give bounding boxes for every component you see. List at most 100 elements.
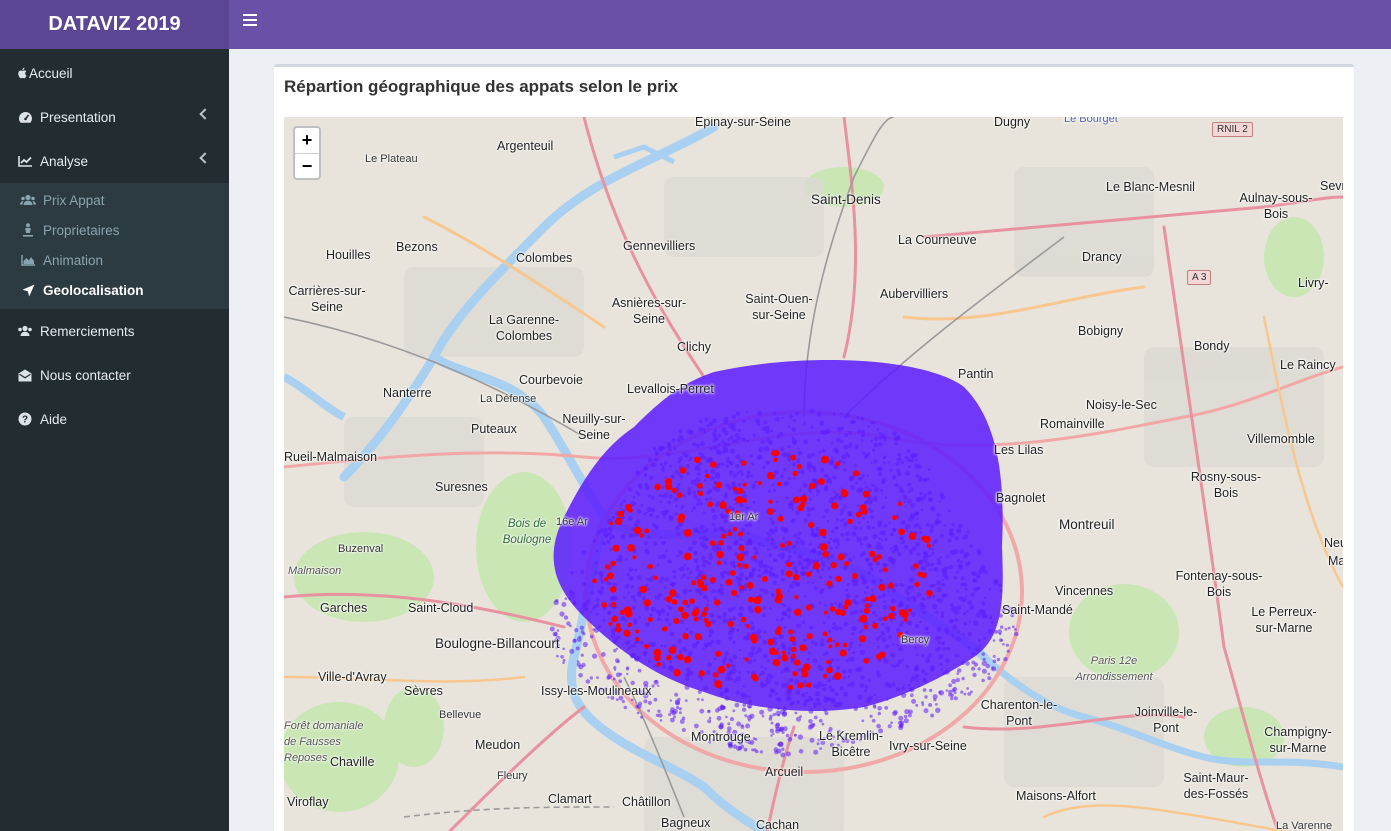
price-point-high [806, 633, 813, 640]
price-point-high [665, 595, 673, 603]
price-point-low [960, 582, 964, 587]
price-point-low [975, 612, 982, 618]
price-point-low [697, 573, 702, 578]
price-point-high [697, 490, 704, 497]
price-point-low [685, 672, 691, 678]
price-point-low [897, 603, 902, 608]
price-point-low [711, 588, 716, 594]
price-point-low [695, 588, 700, 593]
place-label: Aubervilliers [880, 287, 949, 301]
price-point-low [856, 429, 862, 434]
price-point-low [803, 518, 808, 523]
leaflet-map[interactable]: + − Épinay-sur-Seine Dugny Le Bourget RN… [284, 117, 1343, 831]
price-point-low [921, 669, 926, 674]
sidebar-item-analyse[interactable]: Analyse [0, 139, 229, 183]
price-point-low [562, 661, 565, 665]
price-point-low [719, 513, 724, 518]
price-point-high [830, 562, 837, 569]
price-point-low [843, 506, 846, 510]
price-point-low [928, 703, 933, 707]
price-point-high [609, 586, 617, 593]
price-point-low [675, 486, 679, 489]
price-point-low [744, 714, 748, 718]
sidebar-item-aide[interactable]: ? Aide [0, 397, 229, 441]
price-point-low [589, 676, 593, 680]
sidebar-item-prix-appat[interactable]: Prix Appat [0, 185, 229, 215]
price-point-low [936, 558, 940, 561]
price-point-low [840, 508, 845, 513]
price-point-low [677, 459, 681, 464]
price-point-low [830, 456, 834, 459]
price-point-high [826, 659, 831, 665]
price-point-low [732, 709, 736, 713]
price-point-low [613, 648, 617, 653]
sidebar-item-remerciements[interactable]: Remerciements [0, 309, 229, 353]
price-point-high [740, 616, 747, 623]
price-point-low [742, 419, 746, 424]
price-point-low [961, 676, 965, 681]
price-point-low [817, 550, 822, 556]
price-point-low [794, 711, 798, 715]
line-chart-icon [17, 153, 33, 169]
price-point-low [609, 548, 613, 552]
price-point-low [651, 684, 655, 688]
price-point-low [724, 696, 730, 701]
price-point-low [653, 524, 658, 529]
price-point-low [844, 433, 849, 438]
place-label: Saint-Maur-des-Fossés [1183, 771, 1249, 801]
app-logo[interactable]: DATAVIZ 2019 [0, 0, 229, 49]
price-point-low [866, 525, 872, 530]
price-point-low [811, 548, 816, 553]
zoom-in-button[interactable]: + [295, 128, 319, 153]
price-point-low [736, 594, 740, 598]
price-point-low [556, 629, 560, 632]
price-point-low [877, 711, 881, 716]
price-point-low [756, 422, 761, 427]
sidebar-item-geolocalisation[interactable]: Geolocalisation [0, 275, 229, 305]
price-point-low [723, 519, 728, 524]
price-point-low [590, 590, 595, 595]
price-point-low [749, 621, 754, 625]
price-point-low [935, 635, 941, 641]
price-point-low [709, 612, 715, 618]
sidebar-item-accueil[interactable]: Accueil [0, 51, 229, 95]
price-point-low [657, 709, 661, 713]
price-point-low [796, 716, 801, 722]
price-point-low [716, 462, 721, 467]
sidebar-item-animation[interactable]: Animation [0, 245, 229, 275]
price-point-low [769, 528, 774, 532]
price-point-low [736, 721, 742, 727]
price-point-low [965, 595, 968, 598]
price-point-low [701, 563, 707, 568]
price-point-high [610, 560, 617, 567]
price-point-low [685, 464, 690, 469]
sidebar-item-presentation[interactable]: Presentation [0, 95, 229, 139]
price-point-low [669, 660, 673, 664]
price-point-low [555, 599, 559, 603]
sidebar-toggle-icon[interactable] [243, 14, 257, 28]
price-point-high [768, 499, 773, 504]
price-point-low [832, 639, 836, 643]
price-point-low [696, 471, 701, 477]
price-point-low [891, 643, 895, 646]
price-point-low [661, 495, 665, 498]
price-point-low [792, 440, 798, 445]
zoom-out-button[interactable]: − [295, 153, 319, 178]
price-point-low [813, 684, 817, 688]
price-point-low [922, 610, 927, 615]
sidebar-item-proprietaires[interactable]: Proprietaires [0, 215, 229, 245]
price-point-low [592, 653, 598, 659]
price-point-low [714, 503, 719, 508]
place-label: Châtillon [622, 795, 671, 809]
price-point-low [922, 557, 928, 563]
price-point-low [961, 597, 967, 603]
price-point-high [793, 608, 802, 616]
price-point-low [805, 562, 811, 567]
sidebar-item-nous-contacter[interactable]: Nous contacter [0, 353, 229, 397]
price-point-high [705, 473, 710, 479]
price-point-low [778, 634, 785, 640]
price-point-high [737, 562, 742, 568]
price-point-low [853, 525, 858, 531]
price-point-low [800, 562, 803, 566]
place-label: Malmaison [288, 565, 342, 577]
